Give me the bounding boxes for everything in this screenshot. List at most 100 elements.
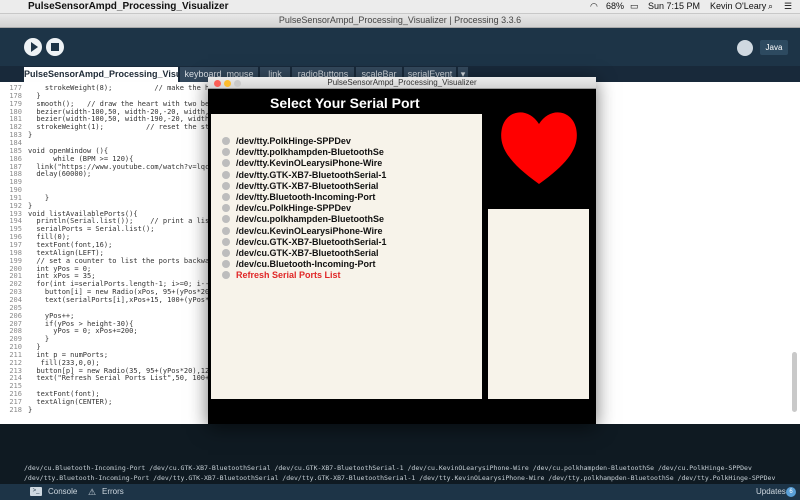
code-line: bezier(width-100,50, width-190,-20, widt… — [28, 115, 214, 124]
line-number: 194 — [9, 217, 22, 226]
console-panel: /dev/cu.Bluetooth-Incoming-Port /dev/cu.… — [0, 424, 800, 484]
line-number: 202 — [9, 280, 22, 289]
line-number: 199 — [9, 256, 22, 265]
refresh-ports-label: Refresh Serial Ports List — [236, 270, 341, 281]
code-line: for(int i=serialPorts.length-1; i>=0; i-… — [28, 280, 218, 289]
app-menu-name[interactable]: PulseSensorAmpd_Processing_Visualizer — [28, 1, 228, 12]
serial-port-label: /dev/cu.PolkHinge-SPPDev — [236, 203, 352, 214]
console-status-bar: >_ Console ⚠ Errors Updates 6 — [0, 484, 800, 500]
line-number: 179 — [9, 99, 22, 108]
code-line: textFont(font,16); — [28, 241, 113, 249]
battery-icon[interactable]: ▭ — [630, 1, 639, 12]
radio-button-icon[interactable] — [222, 237, 230, 246]
notification-center-icon[interactable]: ☰ — [784, 1, 792, 12]
line-number: 183 — [9, 131, 22, 140]
radio-button-icon[interactable] — [222, 204, 230, 213]
line-number: 207 — [9, 319, 22, 328]
mode-select[interactable]: Java — [760, 40, 788, 55]
line-number: 200 — [9, 264, 22, 273]
ide-window-title: PulseSensorAmpd_Processing_Visualizer | … — [278, 15, 522, 25]
code-line: textFont(font); — [28, 390, 100, 399]
serial-port-label: /dev/tty.KevinOLearysiPhone-Wire — [236, 158, 383, 169]
radio-button-icon[interactable] — [222, 148, 230, 157]
line-number: 184 — [9, 138, 22, 147]
editor-scrollbar[interactable] — [792, 352, 797, 412]
radio-button-icon[interactable] — [222, 271, 230, 280]
radio-button-icon[interactable] — [222, 159, 230, 168]
line-number: 205 — [9, 303, 22, 312]
line-number: 197 — [9, 241, 22, 249]
wifi-icon[interactable]: ◠ — [590, 1, 598, 12]
sketch-window-title: PulseSensorAmpd_Processing_Visualizer — [327, 78, 477, 87]
debug-butterfly-icon[interactable] — [737, 40, 753, 56]
line-number: 213 — [9, 366, 22, 375]
radio-button-icon[interactable] — [222, 193, 230, 201]
spotlight-search-icon[interactable]: ⌕ — [768, 1, 773, 12]
line-number: 216 — [9, 390, 22, 399]
run-button[interactable] — [24, 38, 42, 56]
code-line: } — [28, 405, 33, 414]
console-tab[interactable]: >_ Console — [30, 486, 77, 498]
user-name[interactable]: Kevin O'Leary — [710, 1, 766, 11]
updates-count-badge[interactable]: 6 — [786, 487, 796, 497]
code-line: yPos++; — [28, 311, 75, 320]
radio-button-icon[interactable] — [222, 215, 230, 224]
line-number: 185 — [9, 146, 22, 155]
serial-port-heading: Select Your Serial Port — [270, 95, 420, 111]
code-line: } — [28, 343, 41, 352]
updates-link[interactable]: Updates — [756, 487, 786, 496]
serial-port-label: /dev/cu.GTK-XB7-BluetoothSerial-1 — [236, 236, 387, 247]
pulse-graph-panel — [488, 209, 589, 399]
code-line: if(yPos > height-30){ — [28, 319, 134, 328]
line-number: 212 — [9, 358, 22, 367]
code-line: yPos = 0; xPos+=200; — [28, 327, 138, 336]
serial-port-label: /dev/tty.Bluetooth-Incoming-Port — [236, 192, 376, 202]
line-number: 209 — [9, 335, 22, 344]
code-line: while (BPM >= 120){ — [28, 154, 134, 163]
tab-main-sketch[interactable]: PulseSensorAmpd_Processing_Visualizer — [24, 67, 204, 82]
serial-port-label: /dev/cu.Bluetooth-Incoming-Port — [236, 259, 376, 270]
serial-port-label: /dev/cu.GTK-XB7-BluetoothSerial — [236, 248, 379, 258]
line-number: 190 — [9, 186, 22, 195]
line-number: 193 — [9, 209, 22, 218]
stop-button[interactable] — [46, 38, 64, 56]
line-number: 214 — [9, 374, 22, 383]
code-line: button[i] = new Radio(xPos, 95+(yPos*20)… — [28, 288, 222, 297]
code-line: int p = numPorts; — [28, 350, 109, 359]
sketch-titlebar[interactable]: PulseSensorAmpd_Processing_Visualizer — [208, 77, 596, 89]
code-line: void openWindow (){ — [28, 146, 109, 155]
code-line: int yPos = 0; — [28, 264, 92, 273]
line-number: 204 — [9, 295, 22, 304]
code-line: textAlign(LEFT); — [28, 248, 104, 257]
code-line: textAlign(CENTER); — [28, 398, 113, 406]
radio-button-icon[interactable] — [222, 170, 230, 179]
console-line: /dev/cu.Bluetooth-Incoming-Port /dev/cu.… — [24, 464, 752, 472]
ide-toolbar: Java — [0, 28, 800, 66]
warning-icon: ⚠ — [88, 487, 97, 497]
radio-button-icon[interactable] — [222, 226, 230, 235]
clock[interactable]: Sun 7:15 PM — [648, 1, 700, 11]
code-line: } — [28, 91, 41, 100]
code-line: int xPos = 35; — [28, 272, 96, 281]
radio-button-icon[interactable] — [222, 249, 230, 257]
macos-menu-bar: PulseSensorAmpd_Processing_Visualizer ◠ … — [0, 0, 800, 14]
line-number: 215 — [9, 382, 22, 391]
line-number: 217 — [9, 398, 22, 406]
radio-button-icon[interactable] — [222, 181, 230, 190]
code-line: delay(60000); — [28, 170, 92, 179]
errors-tab[interactable]: ⚠ Errors — [88, 486, 124, 498]
radio-button-icon[interactable] — [222, 137, 230, 145]
code-line: strokeWeight(1); // reset the str — [28, 123, 214, 132]
ide-titlebar[interactable]: PulseSensorAmpd_Processing_Visualizer | … — [0, 14, 800, 28]
line-number: 206 — [9, 311, 22, 320]
console-tab-label: Console — [48, 487, 78, 496]
line-number: 195 — [9, 225, 22, 234]
code-line: link("https://www.youtube.com/watch?v=lq… — [28, 162, 214, 171]
serial-port-list: /dev/tty.PolkHinge-SPPDev/dev/tty.polkha… — [211, 114, 482, 399]
line-number: 198 — [9, 248, 22, 257]
line-number: 181 — [9, 115, 22, 124]
line-number-gutter: 177 178 179 180 181 182 183 184 185 186 187 188 189 1… — [0, 82, 24, 424]
radio-button-icon[interactable] — [222, 260, 230, 269]
code-line: } — [28, 335, 50, 344]
line-number: 192 — [9, 201, 22, 210]
